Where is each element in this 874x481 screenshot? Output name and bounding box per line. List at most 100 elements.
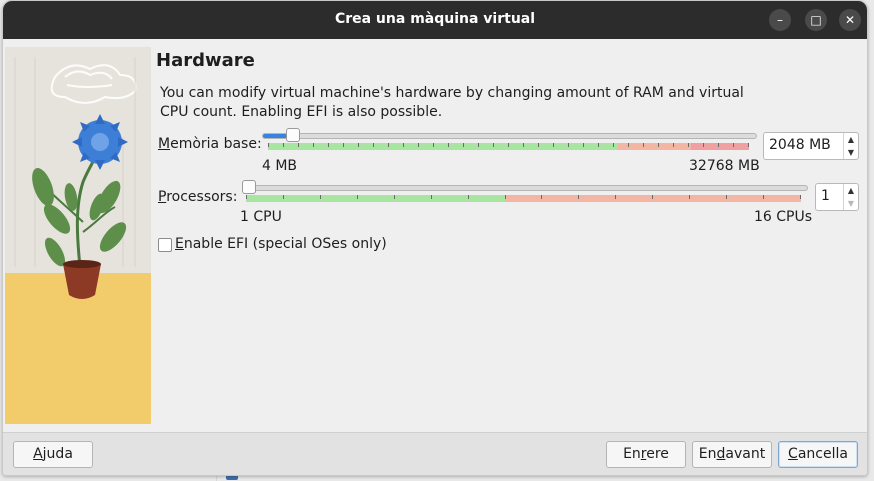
slider-tick (418, 143, 419, 147)
memory-value: 2048 MB (769, 137, 831, 153)
processors-slider[interactable] (242, 185, 808, 191)
slider-tick (478, 143, 479, 147)
slider-tick (800, 195, 801, 199)
minimize-icon: – (777, 13, 783, 27)
slider-tick (433, 143, 434, 147)
slider-tick (703, 143, 704, 147)
slider-tick (688, 143, 689, 147)
slider-tick (388, 143, 389, 147)
slider-tick (598, 143, 599, 147)
chevron-up-icon[interactable]: ▲ (844, 184, 858, 197)
slider-tick (538, 143, 539, 147)
help-text: juda (42, 446, 73, 462)
memory-ticks (268, 143, 749, 147)
slider-tick (541, 195, 542, 199)
processors-max-label: 16 CPUs (754, 209, 813, 225)
window-title: Crea una màquina virtual (334, 11, 536, 27)
maximize-icon: □ (810, 13, 822, 27)
memory-slider[interactable] (262, 133, 757, 139)
cancel-button[interactable]: Cancella (778, 441, 858, 468)
processors-spin-arrows: ▲ ▼ (843, 184, 858, 210)
button-bar: Ajuda Enrere Endavant Cancella (3, 432, 867, 475)
memory-min-label: 4 MB (262, 158, 298, 174)
efi-label-mnemonic: E (175, 236, 184, 252)
processors-spinbox[interactable]: 1 ▲ ▼ (815, 183, 859, 211)
processors-label-text: rocessors: (166, 189, 238, 205)
slider-tick (578, 195, 579, 199)
back-text-pre: En (623, 446, 641, 462)
slider-tick (583, 143, 584, 147)
title-bar: Crea una màquina virtual – □ ✕ (3, 1, 867, 39)
processors-slider-handle[interactable] (242, 180, 256, 194)
efi-label-text: nable EFI (special OSes only) (183, 236, 387, 252)
next-button[interactable]: Endavant (692, 441, 772, 468)
slider-tick (689, 195, 690, 199)
slider-tick (505, 195, 506, 199)
memory-spinbox[interactable]: 2048 MB ▲ ▼ (763, 132, 859, 160)
slider-tick (553, 143, 554, 147)
efi-label[interactable]: Enable EFI (special OSes only) (175, 236, 387, 252)
cancel-text: ancella (797, 446, 848, 462)
slider-tick (328, 143, 329, 147)
chevron-down-icon[interactable]: ▼ (844, 197, 858, 210)
slider-tick (468, 195, 469, 199)
slider-tick (673, 143, 674, 147)
slider-tick (652, 195, 653, 199)
memory-label: Memòria base: (158, 136, 262, 152)
memory-label-mnemonic: M (158, 136, 171, 152)
slider-tick (508, 143, 509, 147)
memory-slider-handle[interactable] (286, 128, 300, 142)
slider-tick (448, 143, 449, 147)
processors-ticks (246, 195, 801, 199)
minimize-button[interactable]: – (769, 9, 791, 31)
slider-tick (268, 143, 269, 147)
slider-tick (357, 195, 358, 199)
slider-tick (431, 195, 432, 199)
slider-tick (463, 143, 464, 147)
slider-tick (643, 143, 644, 147)
slider-tick (523, 143, 524, 147)
help-button[interactable]: Ajuda (13, 441, 93, 468)
memory-max-label: 32768 MB (689, 158, 760, 174)
slider-tick (343, 143, 344, 147)
slider-tick (733, 143, 734, 147)
dialog-window: Crea una màquina virtual – □ ✕ Hardware … (2, 0, 868, 476)
slider-tick (615, 195, 616, 199)
next-text-post: avant (725, 446, 766, 462)
slider-tick (320, 195, 321, 199)
slider-tick (718, 143, 719, 147)
chevron-down-icon[interactable]: ▼ (844, 146, 858, 159)
processors-label-mnemonic: P (158, 189, 167, 205)
page-description: You can modify virtual machine's hardwar… (160, 85, 744, 120)
slider-tick (748, 143, 749, 147)
slider-tick (313, 143, 314, 147)
slider-tick (283, 143, 284, 147)
page-title: Hardware (156, 50, 255, 71)
processors-label: Processors: (158, 189, 237, 205)
back-button[interactable]: Enrere (606, 441, 686, 468)
chevron-up-icon[interactable]: ▲ (844, 133, 858, 146)
slider-tick (298, 143, 299, 147)
slider-tick (568, 143, 569, 147)
slider-tick (246, 195, 247, 199)
slider-tick (403, 143, 404, 147)
next-text-pre: En (698, 446, 717, 462)
wizard-content: Hardware You can modify virtual machine'… (3, 39, 867, 432)
processors-min-label: 1 CPU (240, 209, 282, 225)
cancel-mnemonic: C (788, 446, 798, 462)
slider-tick (493, 143, 494, 147)
slider-tick (394, 195, 395, 199)
slider-tick (628, 143, 629, 147)
slider-tick (358, 143, 359, 147)
slider-tick (283, 195, 284, 199)
close-button[interactable]: ✕ (839, 9, 861, 31)
wizard-illustration (5, 47, 151, 424)
maximize-button[interactable]: □ (805, 9, 827, 31)
slider-tick (373, 143, 374, 147)
slider-tick (726, 195, 727, 199)
close-icon: ✕ (844, 13, 856, 27)
efi-checkbox[interactable] (158, 238, 172, 252)
memory-label-text: emòria base: (170, 136, 262, 152)
slider-tick (763, 195, 764, 199)
processors-value: 1 (821, 188, 830, 204)
